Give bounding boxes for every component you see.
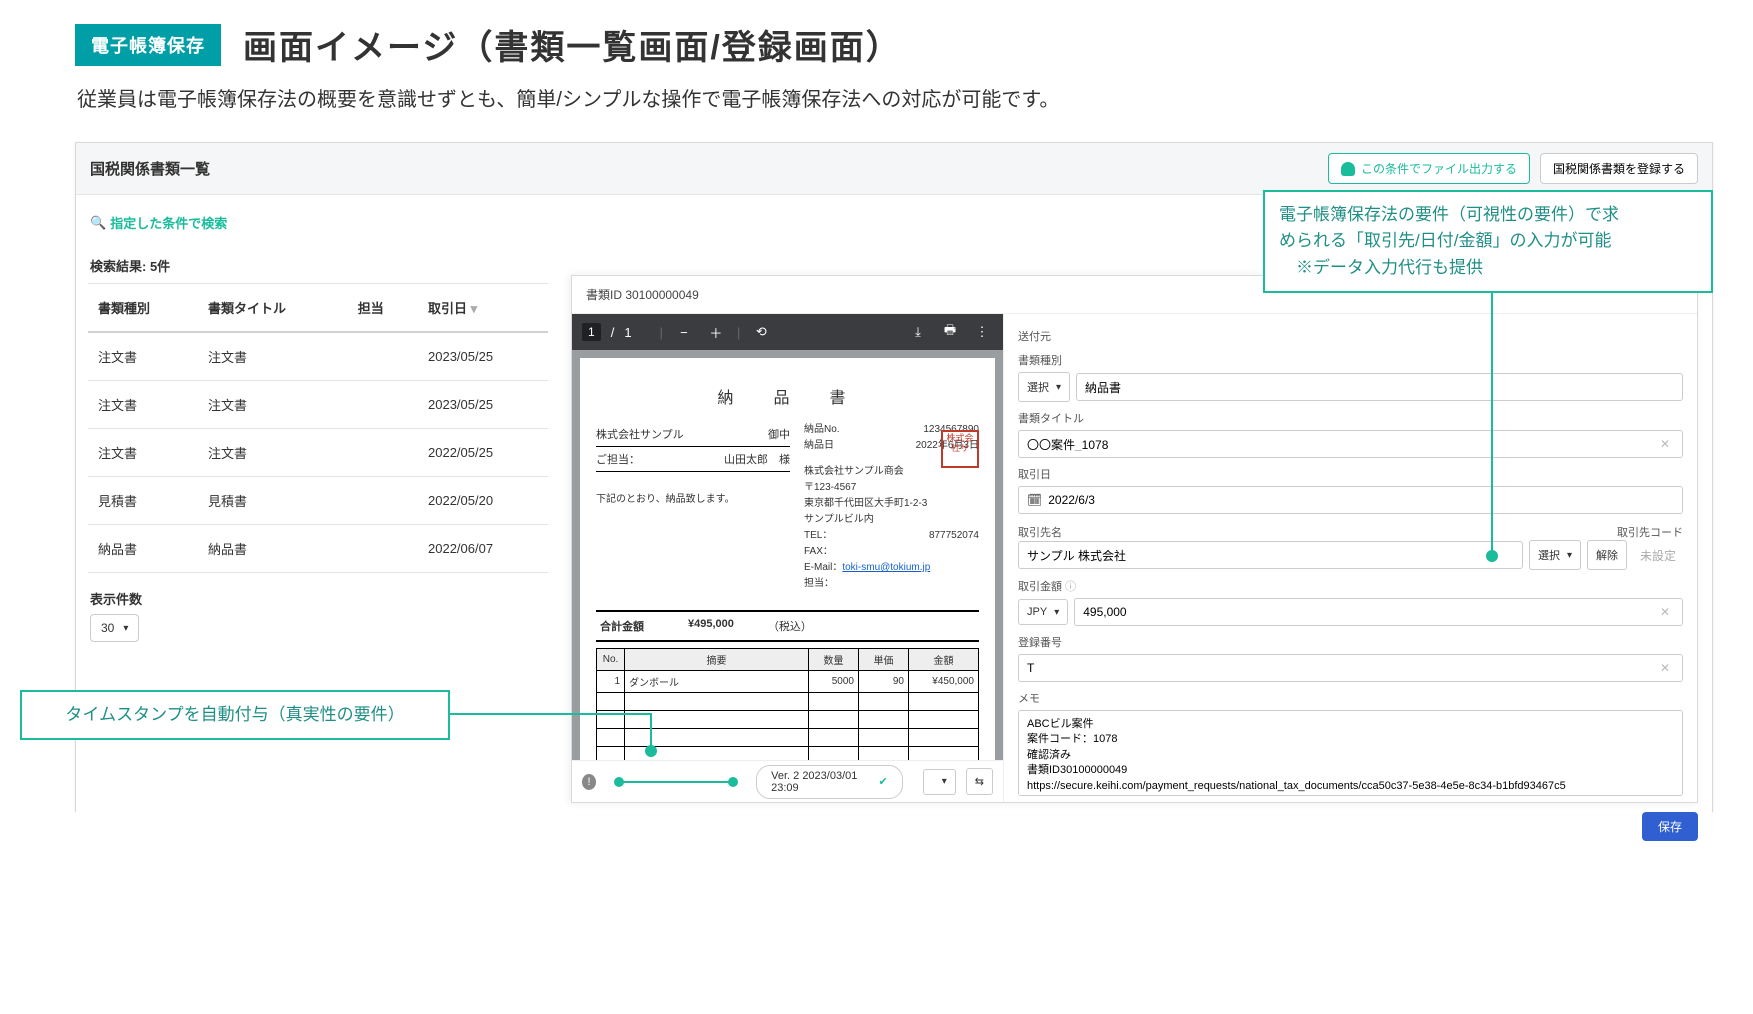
pdf-sender-addr2: サンプルビル内: [804, 512, 979, 528]
partner-code-value: 未設定: [1633, 547, 1683, 564]
pdf-page-total: 1: [624, 325, 631, 340]
pdf-page-sep: /: [611, 325, 615, 340]
pdf-sender-addr1: 東京都千代田区大手町1-2-3: [804, 496, 979, 512]
cloud-download-icon: [1341, 162, 1355, 176]
pdf-total-value: ¥495,000: [688, 618, 734, 634]
version-dropdown[interactable]: [923, 769, 956, 795]
magnifier-icon: 🔍: [90, 215, 106, 231]
pdf-tel-label: TEL：: [804, 530, 832, 541]
table-row[interactable]: 注文書注文書2023/05/25: [88, 332, 548, 381]
partner-select[interactable]: 選択: [1529, 540, 1581, 570]
swap-icon[interactable]: ⇆: [966, 768, 993, 795]
version-label: Ver. 2 2023/03/01 23:09: [771, 770, 872, 794]
partner-clear-button[interactable]: 解除: [1587, 540, 1627, 570]
zoom-in-icon[interactable]: ＋: [705, 321, 727, 343]
col-type[interactable]: 書類種別: [88, 284, 198, 333]
pdf-tax-label: （税込）: [768, 618, 812, 634]
pdf-doc-title: 納 品 書: [596, 384, 979, 408]
pdf-note: 下記のとおり、納品致します。: [596, 490, 790, 505]
register-panel: 書類ID 30100000049 1 / 1 | − ＋ | ⟲: [571, 275, 1698, 803]
currency-select[interactable]: JPY: [1018, 599, 1068, 625]
clear-icon[interactable]: ✕: [1656, 437, 1674, 451]
clear-icon[interactable]: ✕: [1656, 661, 1674, 675]
register-button[interactable]: 国税関係書類を登録する: [1540, 153, 1698, 184]
label-date: 取引日: [1018, 466, 1683, 482]
pdf-tel: 877752074: [929, 528, 979, 544]
col-title[interactable]: 書類タイトル: [198, 284, 348, 333]
date-input[interactable]: [1048, 493, 1674, 507]
calendar-icon[interactable]: 🗓: [1027, 493, 1042, 507]
check-icon: ✔: [878, 775, 887, 788]
pdf-company: 株式会社サンプル: [596, 426, 684, 442]
list-title: 国税関係書類一覧: [90, 158, 210, 179]
pdf-onchu: 御中: [768, 426, 790, 442]
type-value[interactable]: [1085, 380, 1674, 394]
clear-icon[interactable]: ✕: [1656, 605, 1674, 619]
table-row[interactable]: 納品書納品書2022/06/07: [88, 525, 548, 573]
pdf-page-current[interactable]: 1: [582, 323, 601, 341]
label-regno: 登録番号: [1018, 634, 1683, 650]
pdf-contact-label: ご担当：: [596, 451, 640, 467]
type-select[interactable]: 選択: [1018, 372, 1070, 402]
pdf-total-label: 合計金額: [600, 618, 644, 634]
print-icon[interactable]: 🖶: [939, 321, 961, 343]
pdf-tantou: 担当：: [804, 576, 979, 592]
page-title: 画面イメージ（書類一覧画面/登録画面）: [243, 20, 902, 69]
pdf-fax-label: FAX：: [804, 544, 979, 560]
col-date[interactable]: 取引日 ▾: [418, 284, 548, 333]
pdf-date-label: 納品日: [804, 438, 834, 454]
callout-timestamp: タイムスタンプを自動付与（真実性の要件）: [20, 690, 450, 740]
label-partner-code: 取引先コード: [1617, 524, 1683, 540]
search-conditions-label: 指定した条件で検索: [110, 213, 227, 232]
info-icon[interactable]: !: [582, 774, 596, 790]
memo-textarea[interactable]: [1018, 710, 1683, 796]
export-button-label: この条件でファイル出力する: [1361, 160, 1517, 177]
pdf-contact: 山田太郎 様: [724, 451, 790, 467]
dencho-badge: 電子帳簿保存: [75, 24, 221, 66]
document-table: 書類種別 書類タイトル 担当 取引日 ▾ 注文書注文書2023/05/25注文書…: [88, 283, 548, 573]
download-icon[interactable]: ⤓: [907, 321, 929, 343]
pdf-mail[interactable]: toki-smu@tokium.jp: [842, 562, 930, 573]
page-subtitle: 従業員は電子帳簿保存法の概要を意識せずとも、簡単/シンプルな操作で電子帳簿保存法…: [77, 83, 1713, 112]
metadata-form: 送付元 書類種別 選択 書類タイトル ✕ 取引日 🗓 取引先名 取引先コード: [1004, 314, 1697, 802]
pdf-no-label: 納品No.: [804, 422, 840, 438]
table-row[interactable]: 注文書注文書2022/05/25: [88, 429, 548, 477]
partner-input[interactable]: [1027, 548, 1514, 562]
export-button[interactable]: この条件でファイル出力する: [1328, 153, 1530, 184]
label-title: 書類タイトル: [1018, 410, 1683, 426]
pdf-items-table: No. 摘要 数量 単価 金額 1ダンボール500090¥450,000: [596, 648, 979, 760]
version-slider[interactable]: [606, 779, 746, 785]
section-sender: 送付元: [1018, 328, 1683, 344]
title-input[interactable]: [1027, 437, 1650, 451]
callout-visibility: 電子帳簿保存法の要件（可視性の要件）で求 められる「取引先/日付/金額」の入力が…: [1263, 190, 1713, 293]
seal-stamp-icon: 株式会社サ: [941, 430, 979, 468]
zoom-out-icon[interactable]: −: [673, 321, 695, 343]
label-memo: メモ: [1018, 690, 1683, 706]
label-partner: 取引先名: [1018, 524, 1062, 540]
pdf-viewer: 1 / 1 | − ＋ | ⟲ ⤓ 🖶 ⋮: [572, 314, 1004, 802]
search-conditions-link[interactable]: 🔍 指定した条件で検索: [76, 207, 241, 238]
amount-input[interactable]: [1083, 605, 1650, 619]
page-size-select[interactable]: 30: [90, 614, 139, 642]
label-amount: 取引金額 ⓘ: [1018, 578, 1683, 594]
table-row[interactable]: 注文書注文書2023/05/25: [88, 381, 548, 429]
more-icon[interactable]: ⋮: [971, 321, 993, 343]
label-type: 書類種別: [1018, 352, 1683, 368]
pdf-mail-label: E-Mail：: [804, 562, 842, 573]
save-button[interactable]: 保存: [1642, 812, 1698, 841]
col-owner[interactable]: 担当: [348, 284, 418, 333]
pdf-sender-zip: 〒123-4567: [804, 480, 979, 496]
version-pill[interactable]: Ver. 2 2023/03/01 23:09 ✔: [756, 765, 903, 799]
table-row[interactable]: 見積書見積書2022/05/20: [88, 477, 548, 525]
rotate-icon[interactable]: ⟲: [750, 321, 772, 343]
regno-input[interactable]: [1027, 661, 1650, 675]
